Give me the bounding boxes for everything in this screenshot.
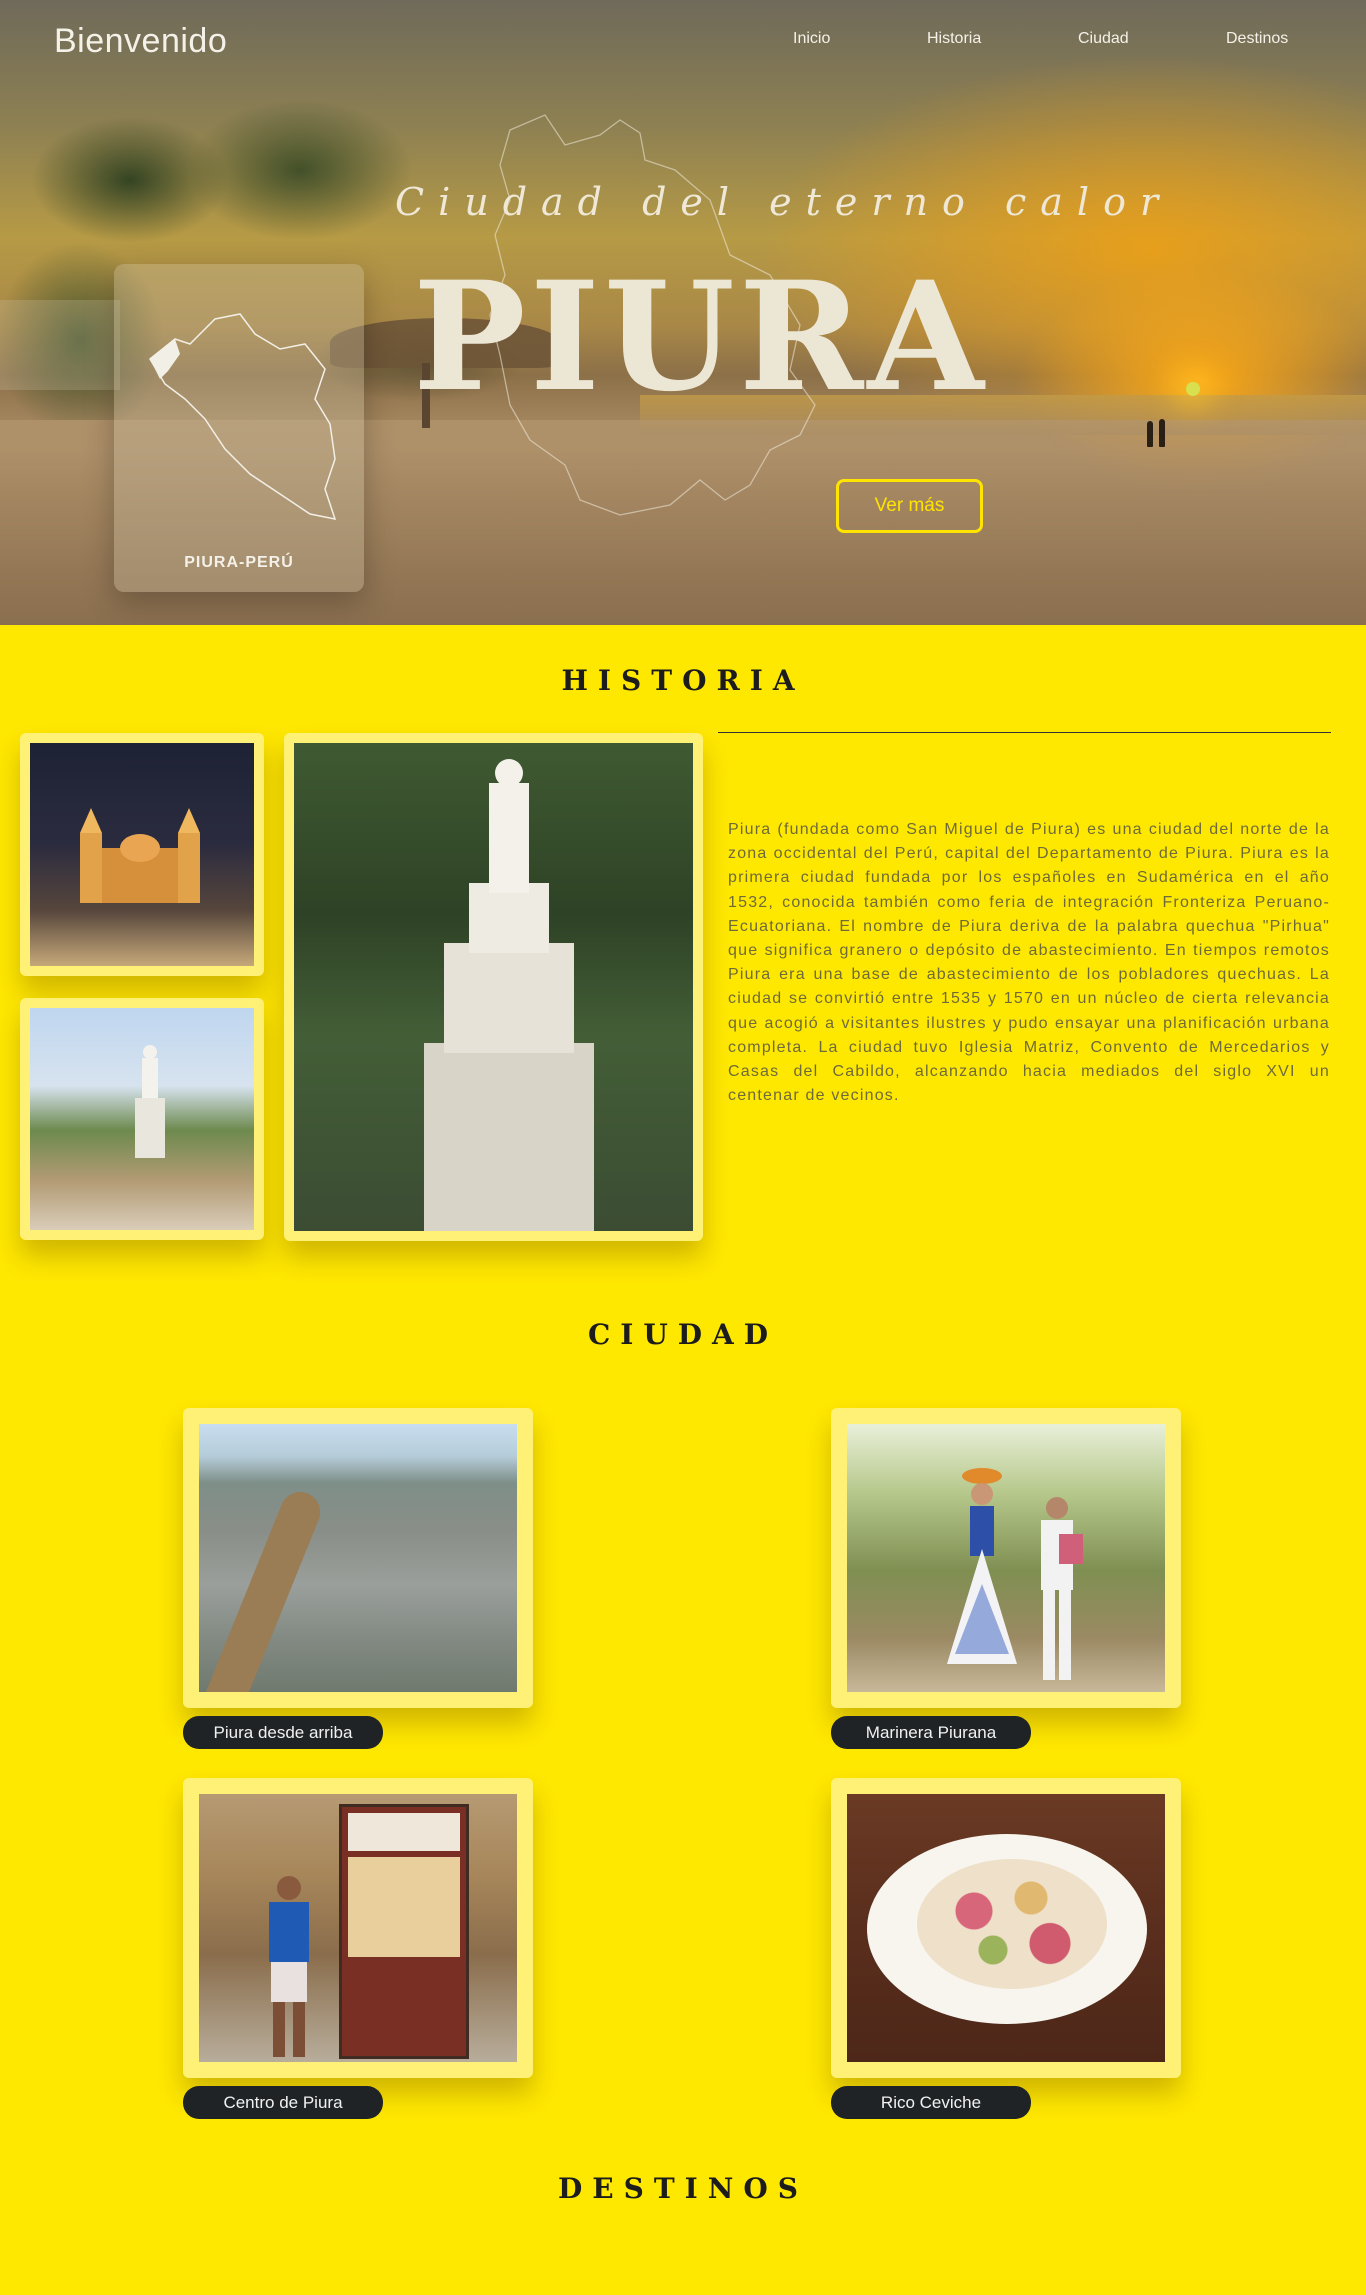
aerial-view-photo[interactable] [183,1408,533,1708]
statue-illustration [424,759,594,1231]
destinos-section-title: DESTINOS [558,2172,808,2205]
glass-strip-decoration [0,300,120,390]
nav-link-ciudad[interactable]: Ciudad [1078,30,1129,54]
city-card-aerial[interactable]: Piura desde arriba [183,1408,533,1749]
walking-couple [1143,415,1173,447]
historia-divider [718,732,1331,733]
centro-photo[interactable] [183,1778,533,2078]
city-card-marinera[interactable]: Marinera Piurana [831,1408,1181,1749]
freedom-statue-photo [284,733,703,1241]
marinera-image [847,1424,1165,1692]
river-shape [199,1485,327,1692]
peru-map-card-label: PIURA-PERÚ [184,554,294,571]
ceviche-plate [867,1834,1147,2024]
tourist-illustration [269,1876,309,2057]
city-card-label[interactable]: Piura desde arriba [183,1716,383,1749]
plaza-statue-illustration [135,1045,165,1158]
site-brand[interactable]: Bienvenido [54,22,227,61]
historia-section-title: HISTORIA [561,664,805,697]
department-sign [339,1804,469,2059]
city-card-centro[interactable]: Centro de Piura [183,1778,533,2119]
nav-link-destinos[interactable]: Destinos [1226,30,1288,54]
plaza-photo [20,998,264,1240]
dancer-woman-illustration [947,1468,1017,1664]
centro-image [199,1794,517,2062]
city-card-label[interactable]: Rico Ceviche [831,2086,1031,2119]
dancer-man-illustration [1041,1497,1083,1680]
hero-title: PIURA [413,249,988,425]
city-card-label[interactable]: Marinera Piurana [831,1716,1031,1749]
peru-map-card: PIURA-PERÚ [114,264,364,592]
aerial-image [199,1424,517,1692]
ciudad-section-title: CIUDAD [587,1318,779,1351]
cathedral-photo [20,733,264,976]
nav-link-historia[interactable]: Historia [927,30,981,54]
cathedral-illustration [80,808,200,903]
ceviche-photo[interactable] [831,1778,1181,2078]
city-card-ceviche[interactable]: Rico Ceviche [831,1778,1181,2119]
ceviche-image [847,1794,1165,2062]
sunset-sun [1186,382,1200,396]
historia-paragraph: Piura (fundada como San Miguel de Piura)… [728,821,1330,1105]
ver-mas-button[interactable]: Ver más [836,479,983,533]
nav-link-inicio[interactable]: Inicio [793,30,830,54]
city-card-label[interactable]: Centro de Piura [183,2086,383,2119]
marinera-photo[interactable] [831,1408,1181,1708]
hero-tagline: Ciudad del eterno calor [395,180,1173,224]
peru-map-icon [149,313,337,520]
hero-banner: Bienvenido Inicio Historia Ciudad Destin… [0,0,1366,625]
